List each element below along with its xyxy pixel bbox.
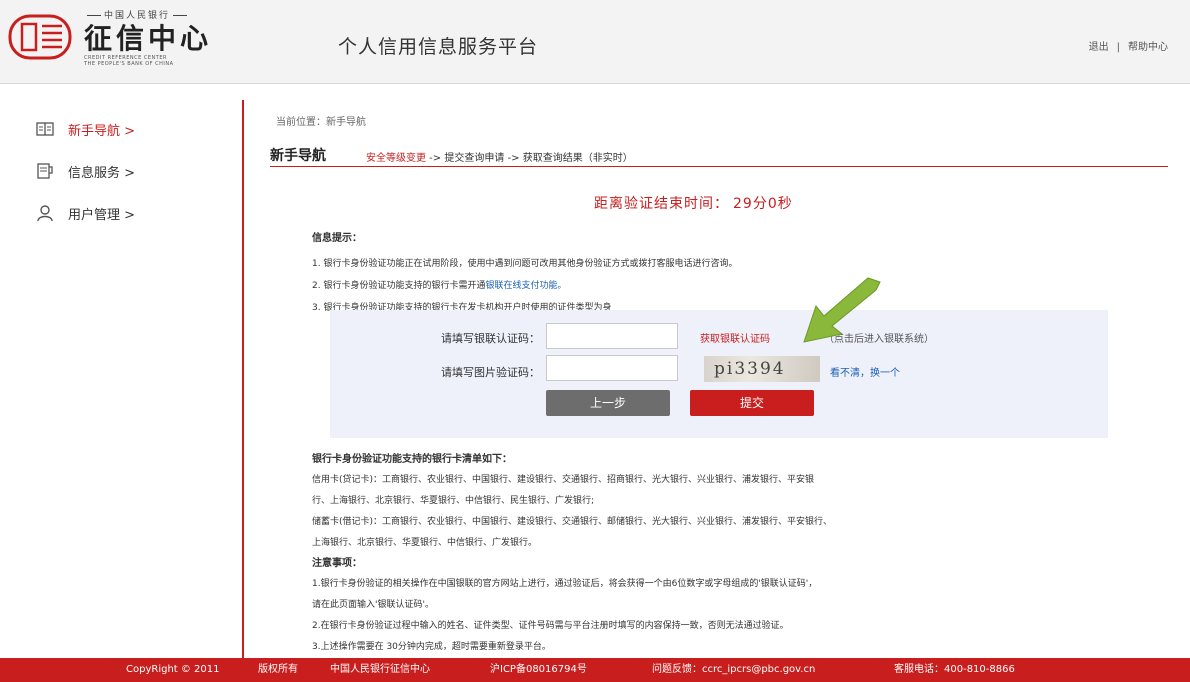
footer-phone: 客服电话：400-810-8866 <box>894 664 1015 675</box>
captcha-input[interactable] <box>546 355 678 381</box>
top-links: 退出 | 帮助中心 <box>1085 38 1172 53</box>
footer-icp: 沪ICP备08016794号 <box>490 664 587 675</box>
tip-2-text: 2. 银行卡身份验证功能支持的银行卡需开通 <box>312 281 486 291</box>
logout-link[interactable]: 退出 <box>1089 42 1109 53</box>
unionpay-online-link[interactable]: 银联在线支付功能。 <box>485 281 566 291</box>
notice-line-1b: 请在此页面输入'银联认证码'。 <box>312 600 434 610</box>
tip-line-1: 1. 银行卡身份验证功能正在试用阶段，使用中遇到问题可改用其他身份验证方式或拨打… <box>312 259 738 269</box>
refresh-captcha-link[interactable]: 看不清，换一个 <box>830 364 900 379</box>
breadcrumb: 当前位置：新手导航 <box>276 117 366 128</box>
logo-main-text: 征信中心 <box>84 22 213 55</box>
step-indicator: 安全等级变更 -> 提交查询申请 -> 获取查询结果（非实时） <box>366 149 633 164</box>
user-icon <box>37 205 53 222</box>
notice-line-1a: 1.银行卡身份验证的相关操作在中国银联的官方网站上进行，通过验证后，将会获得一个… <box>312 579 818 589</box>
logo-text: 中国人民银行 征信中心 CREDIT REFERENCE CENTER THE … <box>84 8 254 72</box>
book-icon <box>36 122 54 136</box>
captcha-label: 请填写图片验证码： <box>441 366 540 379</box>
green-arrow-icon <box>803 277 881 343</box>
sidebar-item-info-service[interactable]: 信息服务 > <box>36 159 135 183</box>
sidebar-item-user-management[interactable]: 用户管理 > <box>36 201 135 225</box>
step-current: 安全等级变更 <box>366 153 426 164</box>
footer-feedback: 问题反馈：ccrc_ipcrs@pbc.gov.cn <box>652 664 816 675</box>
countdown-label: 距离验证结束时间： <box>594 196 729 212</box>
footer-rights: 版权所有 <box>258 664 298 675</box>
footer-org: 中国人民银行征信中心 <box>330 664 430 675</box>
help-center-link[interactable]: 帮助中心 <box>1128 42 1168 53</box>
document-icon <box>37 163 53 179</box>
credit-center-logo-icon <box>8 14 72 60</box>
submit-button[interactable]: 提交 <box>690 390 814 416</box>
logo-en-line-2: THE PEOPLE'S BANK OF CHINA <box>84 61 174 67</box>
notice-line-2: 2.在银行卡身份验证过程中输入的姓名、证件类型、证件号码需与平台注册时填写的内容… <box>312 621 789 631</box>
credit-card-line-2: 行、上海银行、北京银行、华夏银行、中信银行、民生银行、广发银行; <box>312 496 595 506</box>
platform-title: 个人信用信息服务平台 <box>338 36 539 58</box>
unionpay-code-label: 请填写银联认证码： <box>441 332 540 345</box>
page-title: 新手导航 <box>270 148 326 164</box>
supported-banks-section: 银行卡身份验证功能支持的银行卡清单如下： 信用卡(贷记卡)：工商银行、农业银行、… <box>312 450 1122 658</box>
sidebar-item-label: 信息服务 > <box>68 165 136 181</box>
unionpay-code-input[interactable] <box>546 323 678 349</box>
footer: CopyRight © 2011 版权所有 中国人民银行征信中心 沪ICP备08… <box>0 658 1190 682</box>
nav-title-row: 新手导航 安全等级变更 -> 提交查询申请 -> 获取查询结果（非实时） <box>270 143 1168 167</box>
tips-heading: 信息提示： <box>312 233 362 244</box>
logo-top-text: 中国人民银行 <box>84 8 254 21</box>
info-tips: 信息提示： 1. 银行卡身份验证功能正在试用阶段，使用中遇到问题可改用其他身份验… <box>312 229 1152 319</box>
get-unionpay-code-link[interactable]: 获取银联认证码 <box>700 330 770 345</box>
supported-banks-heading: 银行卡身份验证功能支持的银行卡清单如下： <box>312 454 512 465</box>
tip-line-2: 2. 银行卡身份验证功能支持的银行卡需开通银联在线支付功能。 <box>312 275 1152 297</box>
step-rest: -> 提交查询申请 -> 获取查询结果（非实时） <box>426 153 633 164</box>
sidebar-item-label: 用户管理 > <box>68 207 136 223</box>
footer-copyright: CopyRight © 2011 <box>126 664 220 675</box>
header-bar: 中国人民银行 征信中心 CREDIT REFERENCE CENTER THE … <box>0 0 1190 84</box>
notice-heading: 注意事项： <box>312 558 362 569</box>
notice-line-3: 3.上述操作需要在 30分钟内完成，超时需要重新登录平台。 <box>312 642 551 652</box>
verification-form: 请填写银联认证码： 获取银联认证码 （点击后进入银联系统） 请填写图片验证码： … <box>330 310 1108 438</box>
sidebar: 新手导航 > 信息服务 > 用户管理 > <box>0 85 242 658</box>
prev-step-button[interactable]: 上一步 <box>546 390 670 416</box>
sidebar-item-label: 新手导航 > <box>68 123 136 139</box>
countdown-timer: 距离验证结束时间： 29分0秒 <box>594 193 793 213</box>
debit-card-line-1: 储蓄卡(借记卡)：工商银行、农业银行、中国银行、建设银行、交通银行、邮储银行、光… <box>312 517 833 527</box>
countdown-value: 29分0秒 <box>733 196 793 212</box>
captcha-image[interactable]: pi3394 <box>704 356 820 382</box>
link-separator: | <box>1116 42 1120 53</box>
debit-card-line-2: 上海银行、北京银行、华夏银行、中信银行、广发银行。 <box>312 538 538 548</box>
sidebar-item-guide[interactable]: 新手导航 > <box>36 117 135 141</box>
credit-card-line-1: 信用卡(贷记卡)：工商银行、农业银行、中国银行、建设银行、交通银行、招商银行、光… <box>312 475 815 485</box>
